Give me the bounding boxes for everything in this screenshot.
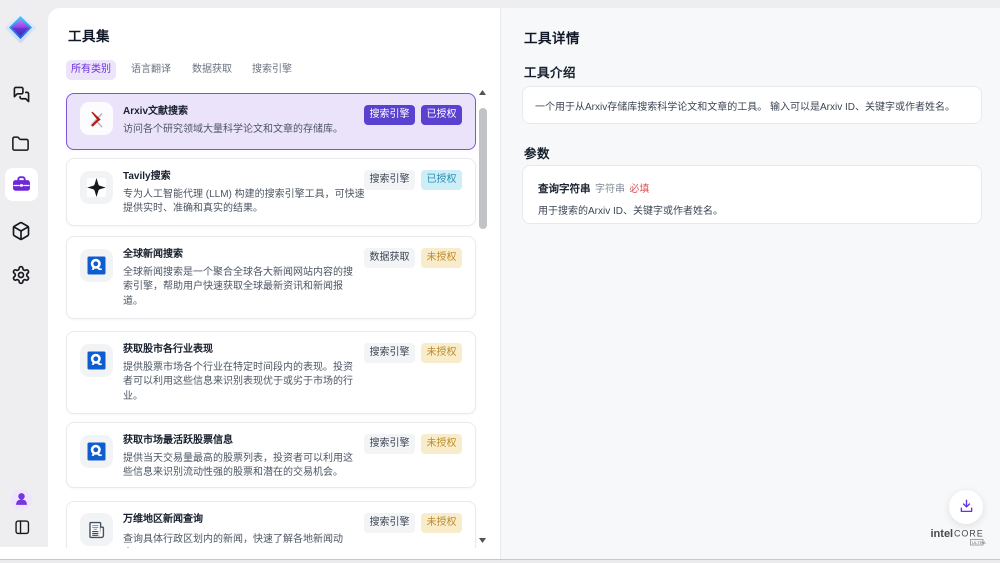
svg-text:intel: intel: [931, 528, 954, 540]
svg-text:ULTRA: ULTRA: [972, 540, 986, 545]
svg-text:CORE: CORE: [954, 529, 984, 539]
